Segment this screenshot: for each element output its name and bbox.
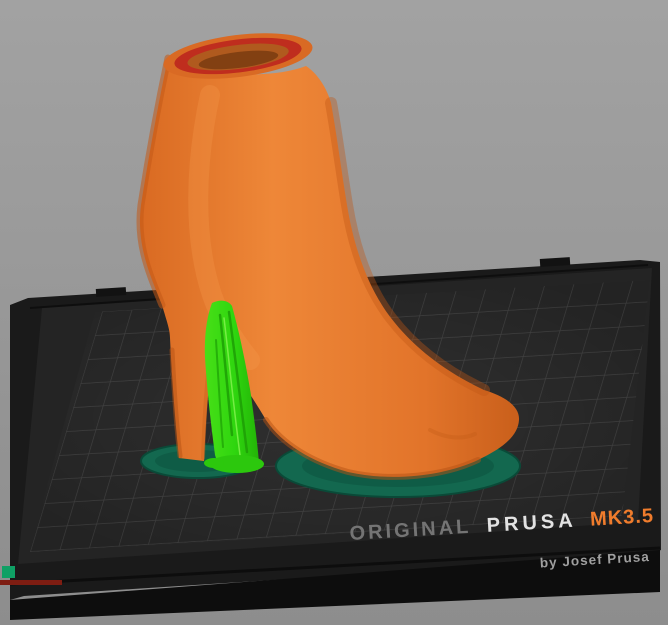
support-base-blob-small xyxy=(204,458,224,468)
scene-3d: ORIGINAL PRUSA MK3.5 by Josef Prusa xyxy=(0,26,661,620)
boot-model[interactable] xyxy=(136,26,520,480)
slicer-viewport[interactable]: ORIGINAL PRUSA MK3.5 by Josef Prusa xyxy=(0,0,668,625)
bed-label-model: MK3.5 xyxy=(589,505,654,531)
bed-corner-marker-red xyxy=(0,580,62,585)
bed-corner-marker-green xyxy=(2,566,15,578)
